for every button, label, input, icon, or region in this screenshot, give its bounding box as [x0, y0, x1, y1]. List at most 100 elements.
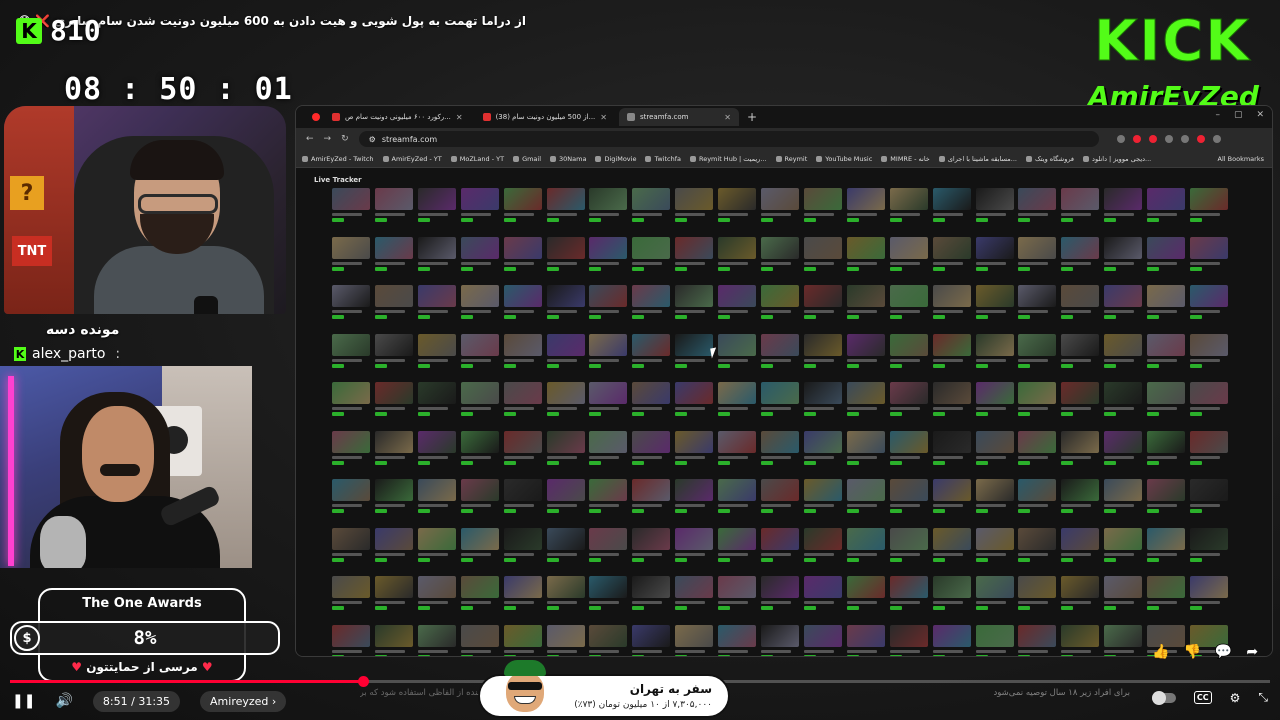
stream-card[interactable]: [374, 333, 413, 380]
stream-card[interactable]: [975, 624, 1014, 656]
stream-card[interactable]: [1190, 479, 1228, 525]
stream-card[interactable]: [546, 430, 585, 477]
stream-card[interactable]: [503, 624, 542, 656]
stream-card[interactable]: [417, 285, 456, 331]
stream-card[interactable]: [718, 285, 757, 331]
stream-card[interactable]: [803, 188, 842, 234]
stream-card[interactable]: [332, 285, 370, 331]
stream-card[interactable]: [1104, 236, 1143, 283]
stream-card[interactable]: [1018, 576, 1057, 622]
stream-card[interactable]: [1018, 479, 1057, 525]
stream-card[interactable]: [332, 188, 370, 234]
channel-chip[interactable]: Amireyzed ›: [200, 690, 287, 712]
stream-card[interactable]: [503, 527, 542, 574]
stream-card[interactable]: [460, 188, 499, 234]
stream-card[interactable]: [718, 576, 757, 622]
stream-card[interactable]: [718, 236, 757, 283]
stream-card[interactable]: [1190, 527, 1228, 574]
extension-icon[interactable]: [1132, 135, 1141, 143]
stream-card[interactable]: [589, 333, 628, 380]
stream-card[interactable]: [632, 285, 671, 331]
stream-card[interactable]: [374, 479, 413, 525]
stream-card[interactable]: [1104, 382, 1143, 428]
stream-card[interactable]: [803, 430, 842, 477]
stream-card[interactable]: [889, 188, 928, 234]
stream-card[interactable]: [889, 333, 928, 380]
stream-card[interactable]: [417, 527, 456, 574]
stream-card[interactable]: [1061, 430, 1100, 477]
stream-card[interactable]: [1061, 527, 1100, 574]
stream-card[interactable]: [675, 430, 714, 477]
stream-card[interactable]: [417, 479, 456, 525]
stream-card[interactable]: [632, 479, 671, 525]
stream-card[interactable]: [503, 285, 542, 331]
stream-card[interactable]: [803, 382, 842, 428]
stream-card[interactable]: [374, 382, 413, 428]
stream-card[interactable]: [846, 188, 885, 234]
stream-card[interactable]: [632, 527, 671, 574]
stream-card[interactable]: [1147, 382, 1186, 428]
stream-card[interactable]: [889, 430, 928, 477]
url-field[interactable]: ⚙ streamfa.com: [358, 131, 1099, 147]
stream-card[interactable]: [761, 527, 799, 574]
stream-card[interactable]: [1018, 188, 1057, 234]
stream-card[interactable]: [932, 624, 971, 656]
stream-card[interactable]: [546, 285, 585, 331]
stream-card[interactable]: [589, 382, 628, 428]
stream-card[interactable]: [417, 333, 456, 380]
reload-icon[interactable]: ↻: [341, 134, 349, 144]
stream-card[interactable]: [675, 285, 714, 331]
bookmark-item[interactable]: دیجی موویز | دانلود...: [1083, 155, 1151, 163]
stream-card[interactable]: [503, 236, 542, 283]
stream-card[interactable]: [632, 333, 671, 380]
stream-card[interactable]: [632, 624, 671, 656]
stream-card[interactable]: [718, 333, 757, 380]
stream-card[interactable]: [846, 576, 885, 622]
stream-card[interactable]: [761, 285, 799, 331]
stream-card[interactable]: [761, 382, 799, 428]
stream-card[interactable]: [1190, 188, 1228, 234]
stream-card[interactable]: [1147, 188, 1186, 234]
stream-card[interactable]: [589, 624, 628, 656]
stream-card[interactable]: [889, 479, 928, 525]
stream-card[interactable]: [675, 382, 714, 428]
close-tab-icon[interactable]: ✕: [456, 113, 463, 122]
stream-card[interactable]: [761, 333, 799, 380]
stream-card[interactable]: [803, 285, 842, 331]
stream-card[interactable]: [460, 430, 499, 477]
progress-knob[interactable]: [357, 676, 369, 687]
stream-card[interactable]: [889, 285, 928, 331]
comment-icon[interactable]: 💬: [1215, 644, 1232, 660]
stream-card[interactable]: [718, 382, 757, 428]
stream-card[interactable]: [1018, 527, 1057, 574]
stream-card[interactable]: [1104, 576, 1143, 622]
bookmark-item[interactable]: Reymit: [775, 155, 807, 163]
stream-card[interactable]: [718, 430, 757, 477]
stream-card[interactable]: [718, 479, 757, 525]
stream-card[interactable]: [1018, 382, 1057, 428]
stream-card[interactable]: [460, 527, 499, 574]
stream-card[interactable]: [374, 527, 413, 574]
stream-card[interactable]: [1147, 430, 1186, 477]
stream-card[interactable]: [889, 624, 928, 656]
extension-icon[interactable]: [1164, 135, 1173, 143]
stream-card[interactable]: [460, 624, 499, 656]
stream-card[interactable]: [975, 527, 1014, 574]
volume-icon[interactable]: 🔊: [55, 693, 72, 709]
browser-tab[interactable]: رکورد ۶۰۰ میلیونی دونیت سام ص... ✕: [324, 108, 471, 126]
stream-card[interactable]: [332, 430, 370, 477]
stream-card[interactable]: [460, 479, 499, 525]
stream-card[interactable]: [1104, 430, 1143, 477]
stream-card[interactable]: [374, 430, 413, 477]
stream-card[interactable]: [1061, 333, 1100, 380]
stream-card[interactable]: [417, 624, 456, 656]
stream-card[interactable]: [460, 382, 499, 428]
stream-card[interactable]: [846, 236, 885, 283]
stream-card[interactable]: [846, 382, 885, 428]
bookmark-item[interactable]: Gmail: [513, 155, 541, 163]
stream-card[interactable]: [546, 188, 585, 234]
stream-card[interactable]: [417, 382, 456, 428]
stream-card[interactable]: [675, 527, 714, 574]
stream-card[interactable]: [975, 479, 1014, 525]
fullscreen-icon[interactable]: ⤡: [1258, 690, 1268, 705]
